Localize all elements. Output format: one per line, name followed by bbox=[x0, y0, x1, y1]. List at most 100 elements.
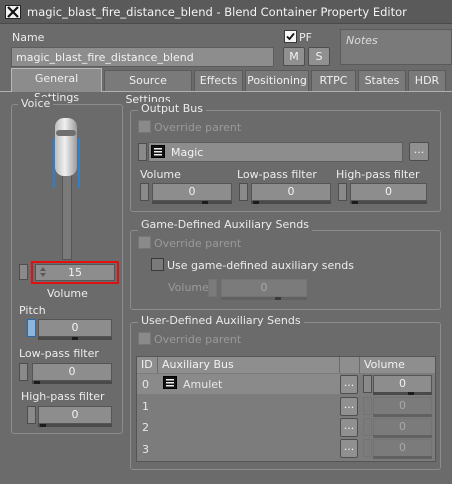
col-browse-header bbox=[340, 357, 360, 373]
pitch-label: Pitch bbox=[19, 304, 46, 317]
lowpass-meter-mark bbox=[34, 381, 40, 384]
notes-field[interactable]: Notes bbox=[340, 29, 452, 65]
col-bus-header[interactable]: Auxiliary Bus bbox=[158, 357, 340, 373]
output-highpass-input[interactable]: 0 bbox=[350, 183, 427, 201]
output-highpass-label: High-pass filter bbox=[336, 168, 420, 181]
lowpass-meter bbox=[32, 381, 112, 384]
volume-fader-knob-grip bbox=[56, 130, 76, 136]
pitch-meter-mark bbox=[72, 337, 78, 340]
row-id: 2 bbox=[142, 421, 149, 434]
mute-button[interactable]: M bbox=[283, 47, 305, 66]
volume-fader-knob[interactable] bbox=[55, 118, 77, 176]
game-aux-volume-knob[interactable] bbox=[208, 279, 217, 297]
row-bus-name: Amulet bbox=[183, 378, 223, 391]
highpass-meter bbox=[38, 424, 112, 427]
row-id: 3 bbox=[142, 443, 149, 456]
app-logo-icon bbox=[5, 5, 21, 19]
row-volume-meter-mark bbox=[408, 392, 414, 395]
row-volume-input[interactable]: 0 bbox=[373, 375, 432, 393]
lowpass-label: Low-pass filter bbox=[19, 347, 99, 360]
tab-source-settings[interactable]: Source Settings bbox=[104, 70, 192, 106]
use-game-aux-label: Use game-defined auxiliary sends bbox=[167, 259, 354, 272]
output-lowpass-meter-mark bbox=[253, 201, 259, 204]
output-volume-label: Volume bbox=[140, 168, 181, 181]
highpass-input[interactable]: 0 bbox=[38, 406, 112, 424]
game-aux-title: Game-Defined Auxiliary Sends bbox=[138, 218, 312, 231]
output-volume-knob[interactable] bbox=[140, 183, 149, 201]
lowpass-spinner-knob[interactable] bbox=[19, 363, 28, 381]
tab-rtpc[interactable]: RTPC bbox=[311, 70, 356, 91]
tab-positioning[interactable]: Positioning bbox=[245, 70, 309, 91]
highpass-meter-mark bbox=[40, 424, 46, 427]
output-highpass-knob[interactable] bbox=[338, 183, 347, 201]
game-aux-volume-label: Volume bbox=[168, 281, 209, 294]
row-volume-meter bbox=[373, 392, 432, 395]
output-bus-title: Output Bus bbox=[138, 102, 206, 115]
highpass-spinner-knob[interactable] bbox=[27, 406, 36, 424]
spinner-arrows-icon bbox=[39, 266, 47, 278]
row-browse-button[interactable]: ... bbox=[340, 439, 358, 458]
row-volume-knob[interactable] bbox=[363, 418, 372, 436]
output-bus-browse-button[interactable]: ... bbox=[409, 142, 429, 161]
output-highpass-meter bbox=[350, 201, 427, 204]
output-highpass-meter-mark bbox=[352, 201, 358, 204]
pf-checkbox[interactable] bbox=[284, 30, 297, 43]
row-id: 0 bbox=[142, 378, 149, 391]
row-volume-input[interactable]: 0 bbox=[373, 439, 432, 457]
pitch-spinner-knob[interactable] bbox=[27, 319, 36, 337]
output-override-label: Override parent bbox=[154, 121, 242, 134]
output-volume-meter bbox=[152, 201, 232, 204]
game-aux-volume-meter bbox=[221, 297, 307, 300]
output-volume-meter-mark bbox=[202, 201, 208, 204]
col-id-header[interactable]: ID bbox=[137, 357, 158, 373]
game-aux-override-label: Override parent bbox=[154, 237, 242, 250]
col-volume-header[interactable]: Volume bbox=[360, 357, 435, 373]
user-aux-override-label: Override parent bbox=[154, 333, 242, 346]
output-lowpass-label: Low-pass filter bbox=[237, 168, 317, 181]
bus-icon bbox=[151, 145, 165, 158]
volume-label: Volume bbox=[47, 287, 88, 300]
output-bus-handle bbox=[138, 143, 147, 161]
row-volume-meter bbox=[373, 456, 432, 459]
name-label: Name bbox=[12, 31, 45, 44]
game-aux-volume-input[interactable]: 0 bbox=[221, 279, 307, 297]
tab-states[interactable]: States bbox=[358, 70, 406, 91]
row-volume-knob[interactable] bbox=[363, 439, 372, 457]
row-id: 1 bbox=[142, 400, 149, 413]
user-aux-title: User-Defined Auxiliary Sends bbox=[138, 314, 304, 327]
row-volume-input[interactable]: 0 bbox=[373, 418, 432, 436]
output-volume-input[interactable]: 0 bbox=[152, 183, 232, 201]
output-lowpass-knob[interactable] bbox=[239, 183, 248, 201]
pitch-input[interactable]: 0 bbox=[38, 319, 112, 337]
checkmark-icon bbox=[286, 32, 295, 41]
volume-input[interactable]: 15 bbox=[35, 264, 115, 281]
game-aux-volume-meter-mark bbox=[275, 297, 281, 300]
highpass-label: High-pass filter bbox=[21, 390, 105, 403]
pf-label: PF bbox=[299, 31, 312, 44]
row-volume-knob[interactable] bbox=[363, 375, 372, 393]
row-browse-button[interactable]: ... bbox=[340, 397, 358, 416]
game-aux-override-checkbox[interactable] bbox=[138, 236, 151, 249]
name-field[interactable]: magic_blast_fire_distance_blend bbox=[11, 47, 274, 67]
tab-general-settings[interactable]: General Settings bbox=[11, 68, 102, 104]
output-override-checkbox[interactable] bbox=[138, 120, 151, 133]
row-browse-button[interactable]: ... bbox=[340, 375, 358, 394]
user-aux-override-checkbox[interactable] bbox=[138, 332, 151, 345]
volume-spinner-knob[interactable] bbox=[19, 264, 28, 280]
voice-group-title: Voice bbox=[18, 97, 54, 110]
lowpass-input[interactable]: 0 bbox=[32, 363, 112, 381]
aux-bus-icon bbox=[163, 376, 177, 389]
tab-hdr[interactable]: HDR bbox=[408, 70, 446, 91]
row-volume-input[interactable]: 0 bbox=[373, 397, 432, 415]
row-volume-knob[interactable] bbox=[363, 397, 372, 415]
row-browse-button[interactable]: ... bbox=[340, 418, 358, 437]
solo-button[interactable]: S bbox=[308, 47, 330, 66]
output-bus-name: Magic bbox=[171, 146, 204, 159]
output-lowpass-input[interactable]: 0 bbox=[251, 183, 331, 201]
row-volume-meter bbox=[373, 414, 432, 417]
output-lowpass-meter bbox=[251, 201, 331, 204]
row-volume-meter bbox=[373, 435, 432, 438]
tab-effects[interactable]: Effects bbox=[194, 70, 243, 91]
window-title: magic_blast_fire_distance_blend - Blend … bbox=[27, 5, 407, 19]
use-game-aux-checkbox[interactable] bbox=[151, 258, 164, 271]
